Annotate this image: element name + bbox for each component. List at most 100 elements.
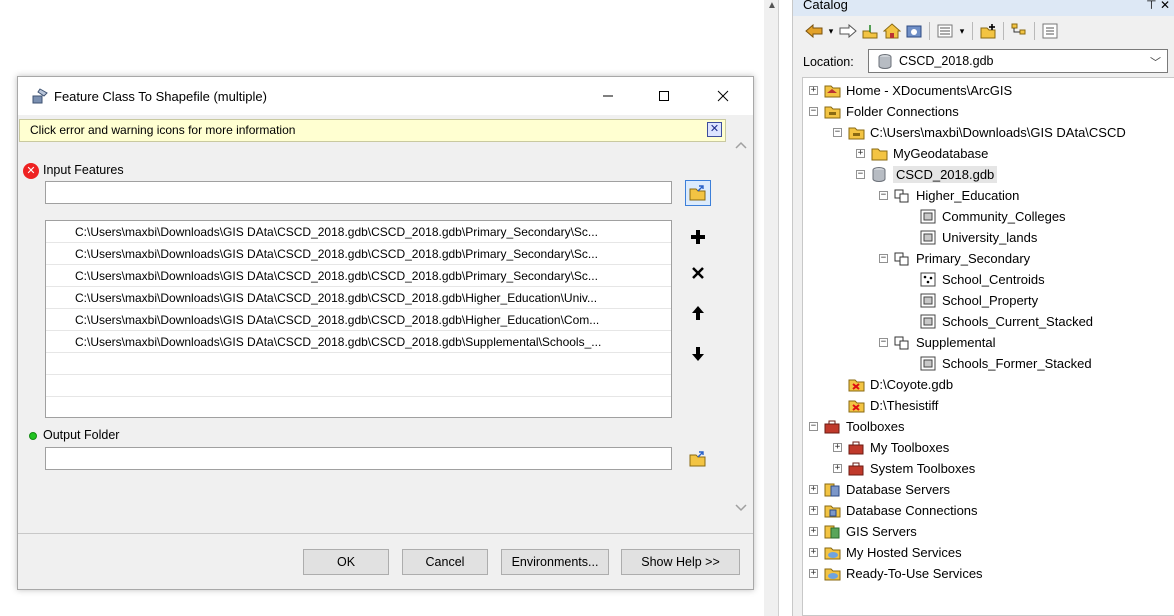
expand-icon[interactable]: + (809, 485, 818, 494)
geodatabase-icon (872, 167, 886, 182)
collapse-icon[interactable]: − (833, 128, 842, 137)
location-value: CSCD_2018.gdb (899, 54, 994, 68)
footer-divider (18, 533, 753, 534)
dialog-scrollbar[interactable] (730, 135, 752, 528)
tree-item-my-toolboxes[interactable]: + My Toolboxes (833, 437, 949, 458)
minimize-button[interactable] (579, 77, 637, 115)
input-features-field[interactable] (45, 181, 672, 204)
tree-item-database-connections[interactable]: + Database Connections (809, 500, 978, 521)
tree-item-primary-secondary[interactable]: − Primary_Secondary (879, 248, 1030, 269)
list-item[interactable]: C:\Users\maxbi\Downloads\GIS DAta\CSCD_2… (46, 331, 671, 353)
gis-server-icon (824, 525, 840, 539)
feature-dataset-icon (894, 189, 909, 203)
collapse-icon[interactable]: − (809, 422, 818, 431)
toolbox-icon (848, 462, 864, 476)
expand-icon[interactable]: + (809, 86, 818, 95)
expand-icon[interactable]: + (809, 527, 818, 536)
dock-splitter[interactable]: ▲ (764, 0, 779, 616)
options-icon[interactable] (1039, 21, 1061, 41)
polygon-feature-class-icon (920, 356, 936, 371)
environments-button[interactable]: Environments... (501, 549, 609, 575)
tree-item-higher-education[interactable]: − Higher_Education (879, 185, 1019, 206)
tree-item-my-hosted-services[interactable]: + My Hosted Services (809, 542, 962, 563)
maximize-button[interactable] (635, 77, 693, 115)
message-close-button[interactable]: ✕ (707, 122, 722, 137)
home-icon[interactable] (881, 21, 903, 41)
collapse-icon[interactable]: − (879, 338, 888, 347)
error-icon[interactable]: ✕ (23, 163, 39, 179)
view-list-icon[interactable] (934, 21, 956, 41)
catalog-header: Catalog ⊤ ✕ (793, 0, 1174, 16)
tree-item-database-servers[interactable]: + Database Servers (809, 479, 950, 500)
forward-icon[interactable] (837, 21, 859, 41)
input-features-list[interactable]: C:\Users\maxbi\Downloads\GIS DAta\CSCD_2… (45, 220, 672, 418)
list-item[interactable]: C:\Users\maxbi\Downloads\GIS DAta\CSCD_2… (46, 265, 671, 287)
tree-item-gis-servers[interactable]: + GIS Servers (809, 521, 917, 542)
database-connection-icon (824, 505, 841, 518)
list-item[interactable]: C:\Users\maxbi\Downloads\GIS DAta\CSCD_2… (46, 287, 671, 309)
tree-item-home[interactable]: + Home - XDocuments\ArcGIS (809, 80, 1012, 101)
show-help-button[interactable]: Show Help >> (621, 549, 740, 575)
tree-item-school-centroids[interactable]: School_Centroids (920, 269, 1045, 290)
browse-output-button[interactable] (685, 446, 711, 472)
pin-close-icon[interactable]: ⊤ ✕ (1146, 0, 1170, 11)
back-dropdown-icon[interactable]: ▾ (825, 21, 837, 41)
output-folder-field[interactable] (45, 447, 672, 470)
tree-item-coyote-gdb[interactable]: D:\Coyote.gdb (848, 374, 953, 395)
output-folder-label: Output Folder (43, 428, 120, 442)
tree-item-cscd-gdb[interactable]: − CSCD_2018.gdb (856, 164, 998, 185)
tree-item-community-colleges[interactable]: Community_Colleges (920, 206, 1066, 227)
list-item[interactable]: C:\Users\maxbi\Downloads\GIS DAta\CSCD_2… (46, 243, 671, 265)
expand-icon[interactable]: + (809, 548, 818, 557)
list-item-empty[interactable] (46, 353, 671, 375)
toggle-contents-icon[interactable] (1008, 21, 1030, 41)
tree-item-folder-connections[interactable]: − Folder Connections (809, 101, 959, 122)
tree-item-cscd-folder[interactable]: − C:\Users\maxbi\Downloads\GIS DAta\CSCD (833, 122, 1126, 143)
collapse-icon[interactable]: − (856, 170, 865, 179)
ok-button[interactable]: OK (303, 549, 389, 575)
expand-icon[interactable]: + (809, 569, 818, 578)
browse-input-button[interactable] (685, 180, 711, 206)
tree-item-schools-former-stacked[interactable]: Schools_Former_Stacked (920, 353, 1092, 374)
up-one-level-icon[interactable] (859, 21, 881, 41)
tree-item-thesistiff[interactable]: D:\Thesistiff (848, 395, 938, 416)
point-feature-class-icon (920, 272, 936, 287)
collapse-icon[interactable]: − (879, 254, 888, 263)
expand-icon[interactable]: + (809, 506, 818, 515)
plus-icon (691, 230, 705, 244)
collapse-icon[interactable]: − (879, 191, 888, 200)
move-up-button[interactable] (685, 300, 711, 326)
expand-icon[interactable]: + (833, 443, 842, 452)
location-dropdown[interactable]: CSCD_2018.gdb ﹀ (868, 49, 1168, 73)
tree-item-ready-to-use-services[interactable]: + Ready-To-Use Services (809, 563, 983, 584)
expand-icon[interactable]: + (833, 464, 842, 473)
dialog-titlebar[interactable]: Feature Class To Shapefile (multiple) (18, 77, 753, 115)
list-item-empty[interactable] (46, 397, 671, 417)
open-folder-icon (689, 185, 706, 201)
list-item-empty[interactable] (46, 375, 671, 397)
view-dropdown-icon[interactable]: ▾ (956, 21, 968, 41)
connect-to-folder-icon[interactable] (977, 21, 999, 41)
close-button[interactable] (694, 77, 752, 115)
scroll-up-icon[interactable] (730, 135, 752, 155)
back-icon[interactable] (803, 21, 825, 41)
feature-dataset-icon (894, 252, 909, 266)
tree-item-university-lands[interactable]: University_lands (920, 227, 1037, 248)
tree-item-system-toolboxes[interactable]: + System Toolboxes (833, 458, 975, 479)
list-item[interactable]: C:\Users\maxbi\Downloads\GIS DAta\CSCD_2… (46, 309, 671, 331)
tree-item-toolboxes[interactable]: − Toolboxes (809, 416, 905, 437)
tree-item-mygeodatabase[interactable]: + MyGeodatabase (856, 143, 988, 164)
collapse-up-icon[interactable]: ▲ (767, 0, 777, 11)
expand-icon[interactable]: + (856, 149, 865, 158)
list-item[interactable]: C:\Users\maxbi\Downloads\GIS DAta\CSCD_2… (46, 221, 671, 243)
connect-folder-icon[interactable] (903, 21, 925, 41)
tree-item-schools-current-stacked[interactable]: Schools_Current_Stacked (920, 311, 1093, 332)
add-row-button[interactable] (685, 224, 711, 250)
tree-item-school-property[interactable]: School_Property (920, 290, 1038, 311)
remove-row-button[interactable] (685, 260, 711, 286)
move-down-button[interactable] (685, 341, 711, 367)
cancel-button[interactable]: Cancel (402, 549, 488, 575)
collapse-icon[interactable]: − (809, 107, 818, 116)
tree-item-supplemental[interactable]: − Supplemental (879, 332, 996, 353)
scroll-down-icon[interactable] (730, 497, 752, 517)
